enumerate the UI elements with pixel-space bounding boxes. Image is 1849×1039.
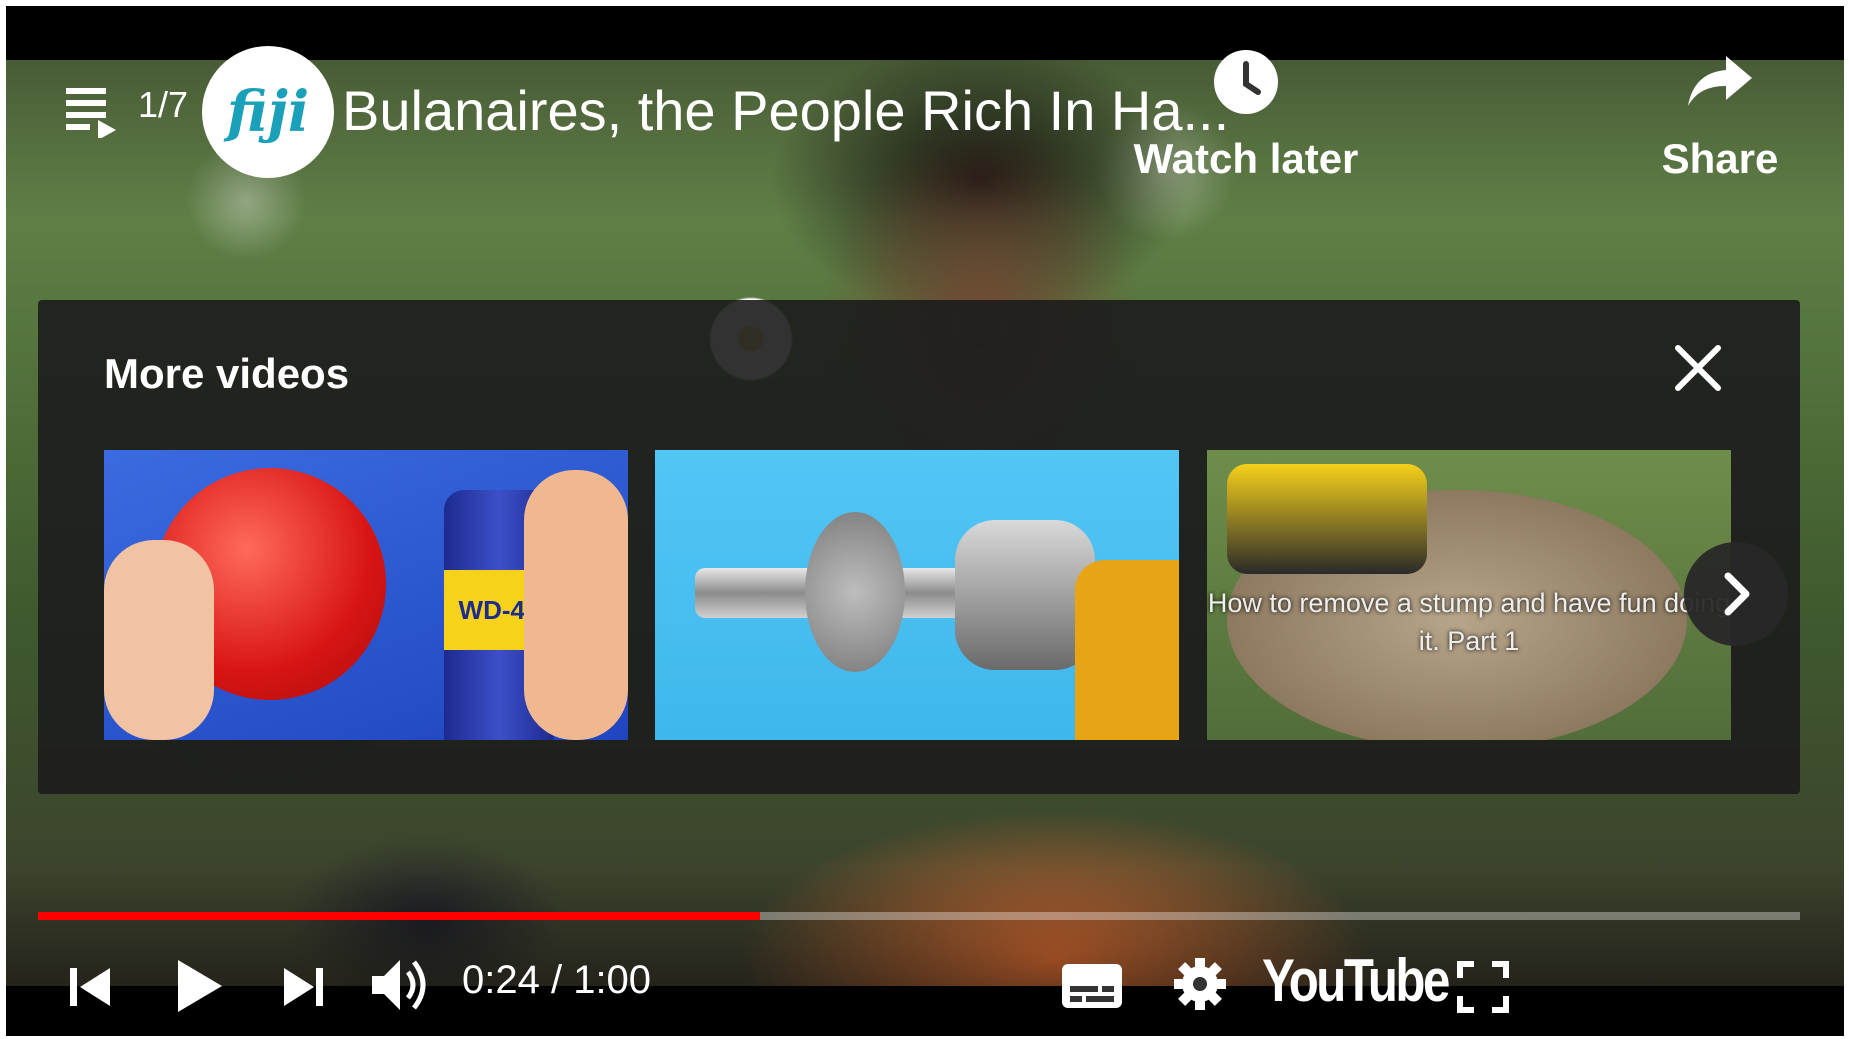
hand-image (524, 470, 628, 740)
video-player[interactable]: 1/7 fiji Bulanaires, the People Rich In … (6, 6, 1844, 1036)
previous-icon[interactable] (68, 964, 112, 1010)
share-icon (1688, 56, 1752, 106)
hub-image (805, 512, 905, 672)
close-icon[interactable] (1668, 338, 1728, 398)
video-thumbnail[interactable] (655, 450, 1179, 740)
subtitles-icon[interactable] (1060, 962, 1124, 1010)
player-controls: 0:24 / 1:00 YouTube (6, 940, 1844, 1030)
next-icon[interactable] (282, 964, 326, 1010)
playlist-icon[interactable] (66, 84, 122, 138)
video-thumbnail[interactable]: WD-40 (104, 450, 628, 740)
top-bar: 1/7 fiji Bulanaires, the People Rich In … (6, 46, 1844, 210)
youtube-logo[interactable]: YouTube (1262, 946, 1450, 1015)
thumbnail-caption: How to remove a stump and have fun doing… (1207, 588, 1731, 656)
playlist-position[interactable]: 1/7 (138, 84, 188, 126)
watch-later-button[interactable]: Watch later (1126, 48, 1366, 183)
time-display: 0:24 / 1:00 (462, 958, 652, 1002)
clock-icon (1214, 50, 1278, 114)
next-videos-button[interactable] (1684, 542, 1788, 646)
watch-later-label: Watch later (1133, 135, 1359, 182)
fullscreen-icon[interactable] (1456, 960, 1510, 1014)
video-title[interactable]: Bulanaires, the People Rich In Ha... (342, 78, 1229, 143)
channel-logo-text: fiji (226, 79, 310, 145)
channel-logo[interactable]: fiji (202, 46, 334, 178)
play-icon[interactable] (174, 958, 224, 1014)
chevron-right-icon (1724, 572, 1750, 616)
more-videos-overlay: More videos WD-40 How to remove a stump … (38, 300, 1800, 794)
volume-icon[interactable] (370, 954, 432, 1016)
share-button[interactable]: Share (1640, 48, 1800, 183)
settings-gear-icon[interactable] (1172, 956, 1228, 1012)
more-videos-title: More videos (104, 350, 350, 397)
drill-chuck-image (955, 520, 1095, 670)
progress-bar[interactable] (38, 912, 1800, 920)
drill-image (1075, 560, 1179, 740)
video-thumbnail[interactable]: How to remove a stump and have fun doing… (1207, 450, 1731, 740)
drill-image (1227, 464, 1427, 574)
share-label: Share (1661, 135, 1779, 182)
progress-bar-played (38, 912, 761, 920)
hand-image (104, 540, 214, 740)
